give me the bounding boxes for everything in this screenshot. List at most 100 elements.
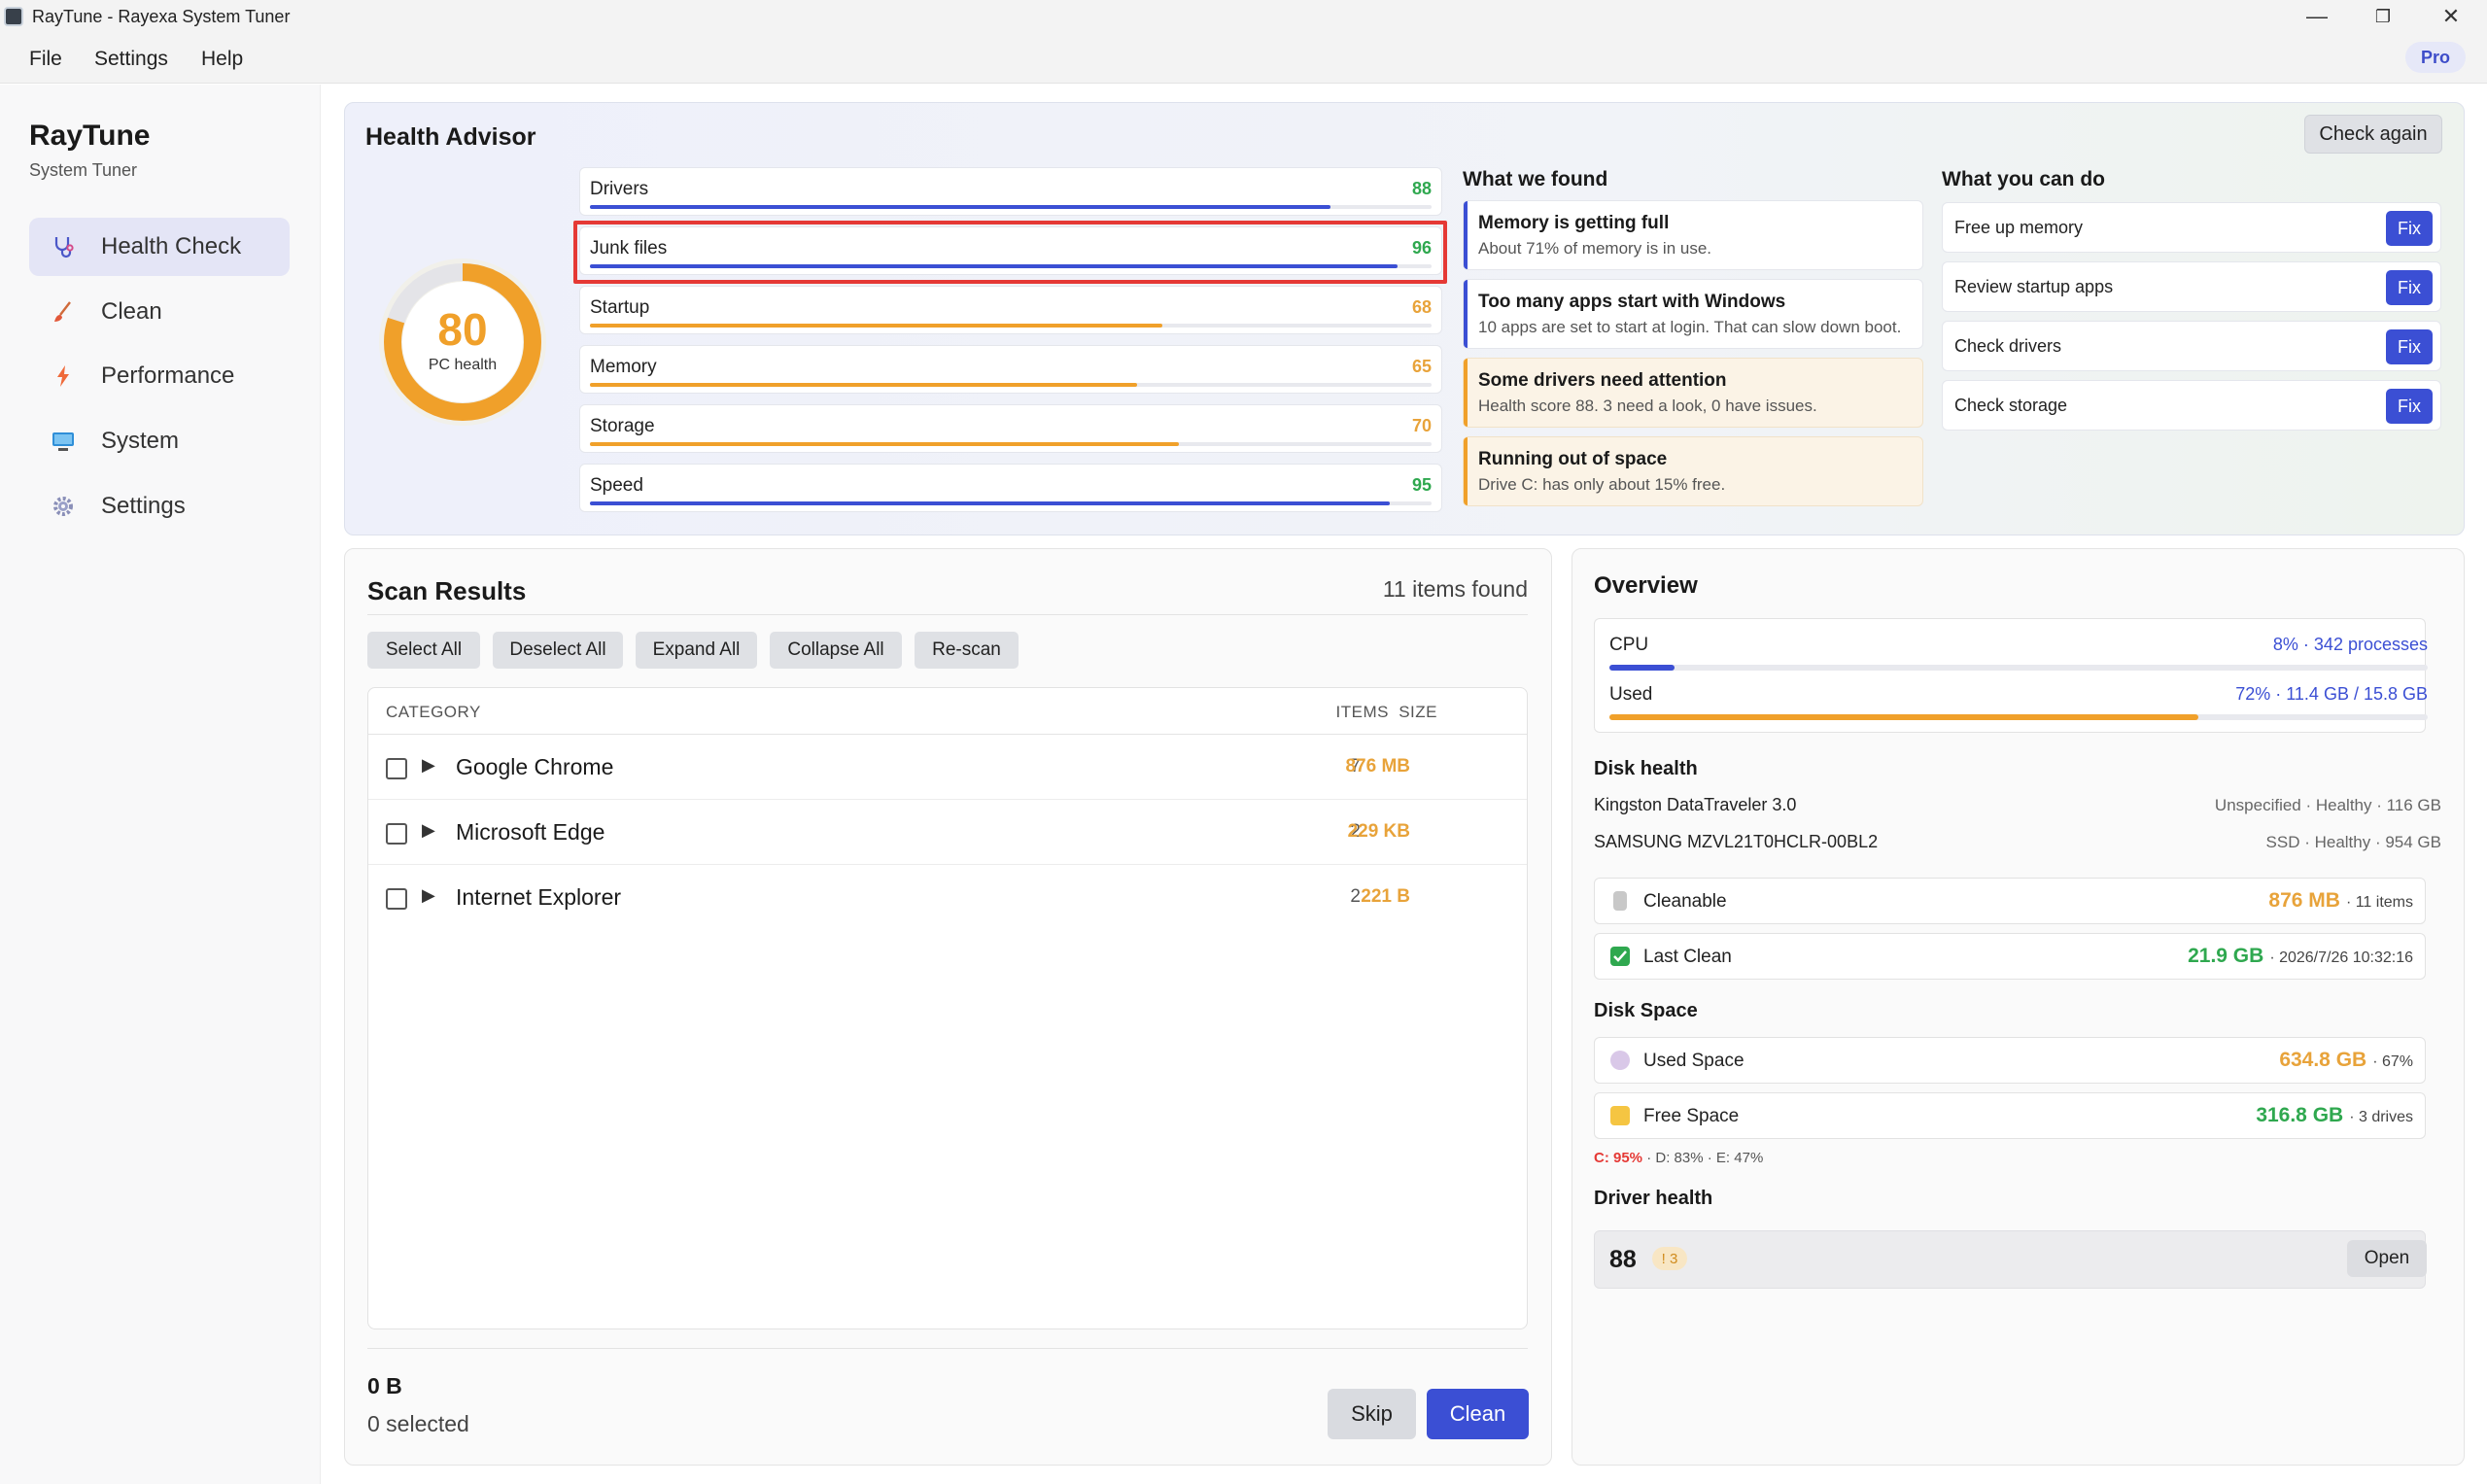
driver-health-score: 88 xyxy=(1609,1246,1637,1273)
found-title: What we found xyxy=(1463,168,1608,190)
table-row[interactable]: ▶ Google Chrome 7 876 MB xyxy=(368,736,1527,800)
finding-desc: Drive C: has only about 15% free. xyxy=(1478,475,1726,494)
metric-memory[interactable]: Memory 65 xyxy=(579,345,1442,394)
rescan-button[interactable]: Re-scan xyxy=(915,632,1019,669)
finding-accent xyxy=(1464,201,1468,269)
row-name: Google Chrome xyxy=(456,754,614,779)
menu-settings[interactable]: Settings xyxy=(94,48,168,71)
menu-help[interactable]: Help xyxy=(201,48,243,71)
metric-storage[interactable]: Storage 70 xyxy=(579,404,1442,453)
scan-results-title: Scan Results xyxy=(367,576,527,605)
menu-file[interactable]: File xyxy=(29,48,62,71)
row-checkbox[interactable] xyxy=(386,888,407,910)
maximize-button[interactable]: ❐ xyxy=(2350,0,2416,33)
overview-title: Overview xyxy=(1594,572,1698,599)
sidebar-item-health-check[interactable]: Health Check xyxy=(29,218,290,276)
row-name: Microsoft Edge xyxy=(456,819,605,845)
last-clean-row: Last Clean 21.9 GB · 2026/7/26 10:32:16 xyxy=(1594,933,2426,980)
metric-label: Speed xyxy=(590,475,643,496)
metric-speed[interactable]: Speed 95 xyxy=(579,464,1442,512)
metric-drivers[interactable]: Drivers 88 xyxy=(579,167,1442,216)
finding-title: Too many apps start with Windows xyxy=(1478,292,1786,312)
fix-button[interactable]: Fix xyxy=(2386,211,2433,246)
metric-label: Startup xyxy=(590,297,650,318)
column-header-category[interactable]: CATEGORY xyxy=(386,703,481,722)
metric-value: 68 xyxy=(1411,297,1432,317)
expand-caret-icon[interactable]: ▶ xyxy=(422,755,435,776)
app-logo-icon xyxy=(4,7,23,26)
expand-all-button[interactable]: Expand All xyxy=(636,632,757,669)
finding-desc: Health score 88. 3 need a look, 0 have i… xyxy=(1478,397,1817,415)
expand-caret-icon[interactable]: ▶ xyxy=(422,885,435,906)
fix-button[interactable]: Fix xyxy=(2386,389,2433,424)
action-label: Check storage xyxy=(1954,396,2068,415)
cleanable-value: 876 MB xyxy=(2268,889,2340,912)
finding-startup[interactable]: Too many apps start with Windows 10 apps… xyxy=(1463,279,1923,349)
collapse-all-button[interactable]: Collapse All xyxy=(770,632,902,669)
sidebar-item-performance[interactable]: Performance xyxy=(29,347,290,405)
clean-button[interactable]: Clean xyxy=(1427,1389,1529,1439)
finding-storage[interactable]: Running out of space Drive C: has only a… xyxy=(1463,436,1923,506)
free-space-value: 316.8 GB xyxy=(2256,1104,2344,1126)
drive-d-usage: D: 83% xyxy=(1655,1150,1704,1166)
folder-icon xyxy=(1610,1106,1630,1125)
free-space-label: Free Space xyxy=(1643,1106,1740,1126)
metric-value: 65 xyxy=(1411,357,1432,376)
deselect-all-button[interactable]: Deselect All xyxy=(493,632,623,669)
open-drivers-button[interactable]: Open xyxy=(2347,1240,2427,1277)
health-score-label: PC health xyxy=(428,357,498,373)
checkmark-icon xyxy=(1610,947,1630,966)
selected-size: 0 B xyxy=(367,1373,402,1398)
expand-caret-icon[interactable]: ▶ xyxy=(422,820,435,841)
trash-icon xyxy=(1613,891,1627,911)
minimize-button[interactable]: — xyxy=(2284,0,2350,33)
cpu-bar xyxy=(1609,665,2428,671)
free-space-row: Free Space 316.8 GB · 3 drives xyxy=(1594,1092,2426,1139)
metric-bar xyxy=(590,383,1432,387)
metric-value: 70 xyxy=(1411,416,1432,435)
driver-health-panel xyxy=(1594,1230,2426,1289)
metric-value: 88 xyxy=(1411,179,1432,198)
sidebar-item-system[interactable]: System xyxy=(29,412,290,470)
metric-bar-fill xyxy=(590,442,1180,446)
metric-startup[interactable]: Startup 68 xyxy=(579,286,1442,334)
pro-badge[interactable]: Pro xyxy=(2405,42,2466,73)
fix-button[interactable]: Fix xyxy=(2386,329,2433,364)
row-checkbox[interactable] xyxy=(386,758,407,779)
free-space-extra: · 3 drives xyxy=(2349,1109,2413,1125)
table-row[interactable]: ▶ Microsoft Edge 2 229 KB xyxy=(368,801,1527,865)
select-all-button[interactable]: Select All xyxy=(367,632,480,669)
table-row[interactable]: ▶ Internet Explorer 2 221 B xyxy=(368,866,1527,930)
health-score-value: 80 xyxy=(437,304,488,355)
finding-memory[interactable]: Memory is getting full About 71% of memo… xyxy=(1463,200,1923,270)
metric-bar-fill xyxy=(590,205,1331,209)
fix-button[interactable]: Fix xyxy=(2386,270,2433,305)
metric-label: Storage xyxy=(590,416,655,436)
cpu-label: CPU xyxy=(1609,635,1649,655)
drive-e-usage: E: 47% xyxy=(1715,1150,1764,1166)
disk-name: Kingston DataTraveler 3.0 xyxy=(1594,795,1797,814)
metric-bar-fill xyxy=(590,501,1390,505)
action-label: Review startup apps xyxy=(1954,277,2114,296)
last-clean-stat: 21.9 GB · 2026/7/26 10:32:16 xyxy=(2188,945,2413,968)
finding-drivers[interactable]: Some drivers need attention Health score… xyxy=(1463,358,1923,428)
warning-count-badge: ! 3 xyxy=(1652,1247,1687,1270)
check-again-button[interactable]: Check again xyxy=(2304,115,2442,154)
free-space-stat: 316.8 GB · 3 drives xyxy=(2256,1104,2413,1127)
row-size: 221 B xyxy=(1361,886,1410,907)
sidebar-item-settings[interactable]: Settings xyxy=(29,477,290,535)
cleanable-row: Cleanable 876 MB · 11 items xyxy=(1594,878,2426,924)
used-space-stat: 634.8 GB · 67% xyxy=(2279,1049,2413,1072)
disc-icon xyxy=(1610,1051,1630,1070)
sidebar-item-clean[interactable]: Clean xyxy=(29,283,290,341)
close-button[interactable]: ✕ xyxy=(2418,0,2484,33)
skip-button[interactable]: Skip xyxy=(1328,1389,1416,1439)
sidebar-item-label: System xyxy=(101,428,180,454)
column-header-items[interactable]: ITEMS xyxy=(1262,703,1389,722)
finding-title: Running out of space xyxy=(1478,449,1668,469)
selected-count: 0 selected xyxy=(367,1411,469,1436)
column-header-size[interactable]: SIZE xyxy=(1389,703,1437,722)
used-space-extra: · 67% xyxy=(2372,1053,2413,1070)
row-checkbox[interactable] xyxy=(386,823,407,845)
health-advisor-title: Health Advisor xyxy=(365,123,536,151)
